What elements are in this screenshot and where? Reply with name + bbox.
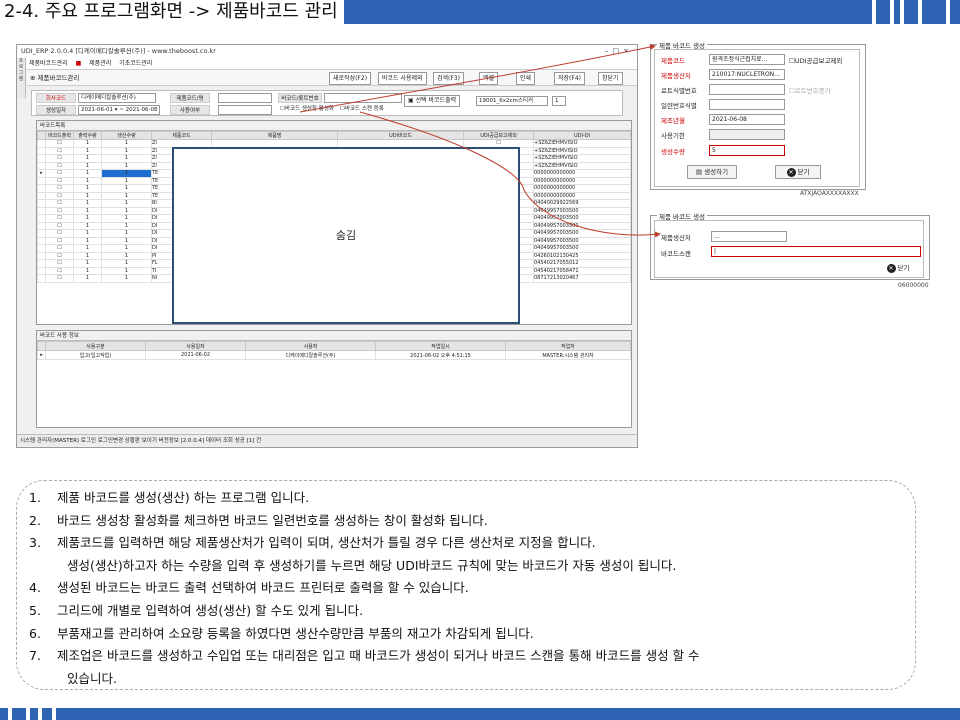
note-item: 1. 제품 바코드를 생성(생산) 하는 프로그램 입니다. xyxy=(27,487,907,510)
notes-box: 1. 제품 바코드를 생성(생산) 하는 프로그램 입니다. 2. 바코드 생성창 활… xyxy=(16,480,916,690)
note-item: 5. 그리드에 개별로 입력하여 생성(생산) 할 수도 있게 됩니다. xyxy=(27,600,907,623)
footer-stripe xyxy=(42,708,52,720)
footer-bar xyxy=(56,708,960,720)
note-item: 생성(생산)하고자 하는 수량을 입력 후 생성하기를 누르면 해당 UDI바코… xyxy=(27,555,907,578)
note-text: 부품재고를 관리하여 소요량 등록을 하였다면 생산수량만큼 부품의 재고가 차… xyxy=(57,625,534,641)
note-number: 4. xyxy=(29,580,41,596)
note-item: 3. 제품코드를 입력하면 해당 제품생산처가 입력이 되며, 생산처가 틀릴 경… xyxy=(27,532,907,555)
note-item: 6. 부품재고를 관리하여 소요량 등록을 하였다면 생산수량만큼 부품의 재고가… xyxy=(27,623,907,646)
note-number: 6. xyxy=(29,625,41,641)
note-text: 제품 바코드를 생성(생산) 하는 프로그램 입니다. xyxy=(57,490,310,505)
note-number: 2. xyxy=(29,512,41,528)
note-number: 1. xyxy=(29,490,41,505)
note-item: 있습니다. xyxy=(27,668,907,691)
note-item: 2. 바코드 생성창 활성화를 체크하면 바코드 일련번호를 생성하는 창이 활성… xyxy=(27,510,907,533)
footer-stripe xyxy=(0,708,8,720)
note-item: 7. 제조업은 바코드를 생성하고 수입업 또는 대리점은 입고 때 바코드가 생… xyxy=(27,645,907,668)
note-text: 바코드 생성창 활성화를 체크하면 바코드 일련번호를 생성하는 창이 활성화 … xyxy=(57,512,488,528)
arrow-to-scan xyxy=(359,111,661,238)
note-text: 있습니다. xyxy=(67,670,117,686)
footer-stripe xyxy=(12,708,26,720)
note-number: 3. xyxy=(29,535,41,551)
note-text: 제조업은 바코드를 생성하고 수입업 또는 대리점은 입고 때 바코드가 생성이… xyxy=(57,648,700,664)
note-text: 생성(생산)하고자 하는 수량을 입력 후 생성하기를 누르면 해당 UDI바코… xyxy=(67,557,677,573)
note-text: 그리드에 개별로 입력하여 생성(생산) 할 수도 있게 됩니다. xyxy=(57,602,364,618)
note-number: 5. xyxy=(29,602,41,618)
arrow-to-create xyxy=(299,44,656,113)
slide-footer xyxy=(0,708,960,720)
note-item: 4. 생성된 바코드는 바코드 출력 선택하여 바코드 프린터로 출력을 할 수 … xyxy=(27,577,907,600)
note-text: 제품코드를 입력하면 해당 제품생산처가 입력이 되며, 생산처가 틀릴 경우 … xyxy=(57,535,596,551)
note-text: 생성된 바코드는 바코드 출력 선택하여 바코드 프린터로 출력을 할 수 있습… xyxy=(57,580,469,596)
note-number: 7. xyxy=(29,648,41,664)
notes-list: 1. 제품 바코드를 생성(생산) 하는 프로그램 입니다. 2. 바코드 생성창 활… xyxy=(27,487,907,690)
footer-stripe xyxy=(30,708,38,720)
